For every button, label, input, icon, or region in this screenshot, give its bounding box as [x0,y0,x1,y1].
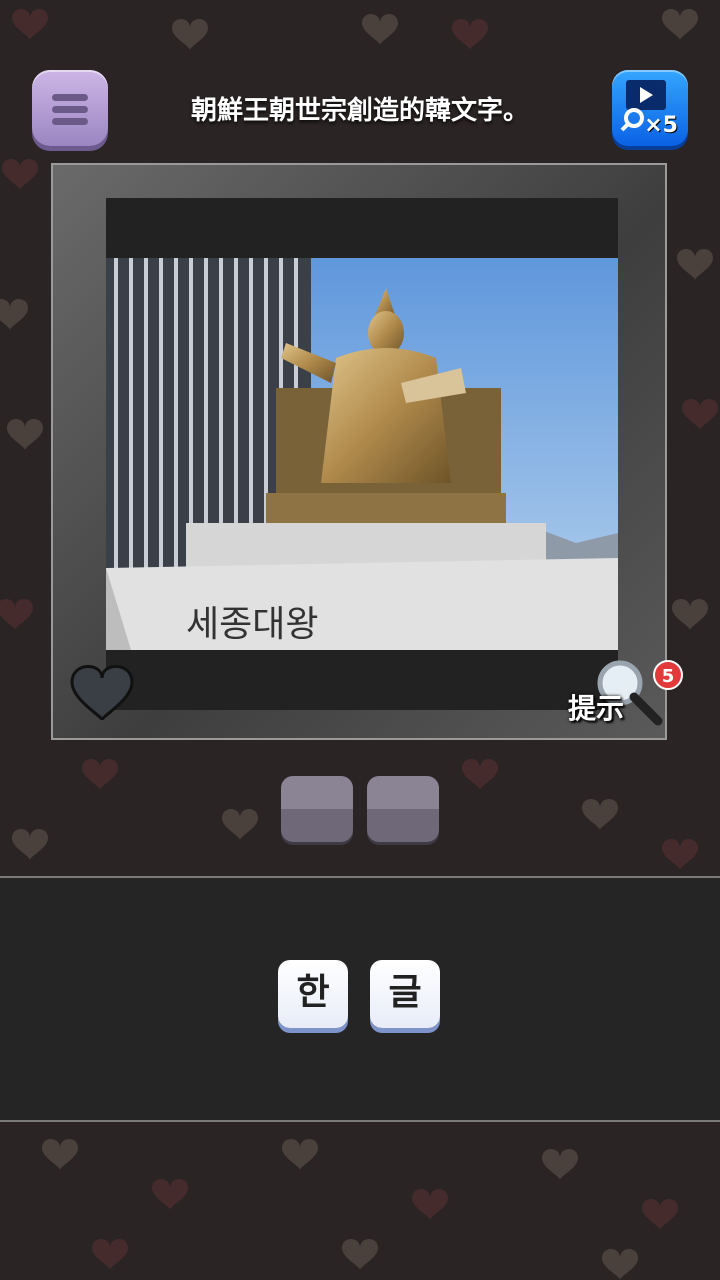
menu-button[interactable] [32,70,108,146]
letter-panel: 한 글 [0,876,720,1122]
question-text: 朝鮮王朝世宗創造的韓文字。 [190,96,529,126]
hamburger-icon-bar [52,118,88,125]
hint-count-badge: 5 [653,660,683,690]
plaque-text: 세종대왕 [186,604,318,645]
heart-icon[interactable] [67,660,137,724]
video-multiplier: ×5 [644,113,678,138]
hamburger-icon [52,94,88,101]
photo-area: 세종대왕 [106,198,618,710]
letter-tile[interactable]: 한 [278,960,348,1028]
watch-video-hint-button[interactable]: ×5 [612,70,688,146]
answer-slot[interactable] [367,776,439,842]
hamburger-icon-bar [52,106,88,113]
puzzle-frame: 세종대왕 提示 5 [51,163,683,740]
answer-slot[interactable] [281,776,353,842]
statue-photo: 세종대왕 [106,258,618,650]
hint-button[interactable]: 提示 5 [568,655,688,735]
hint-label: 提示 [568,692,625,725]
letter-tile[interactable]: 글 [370,960,440,1028]
